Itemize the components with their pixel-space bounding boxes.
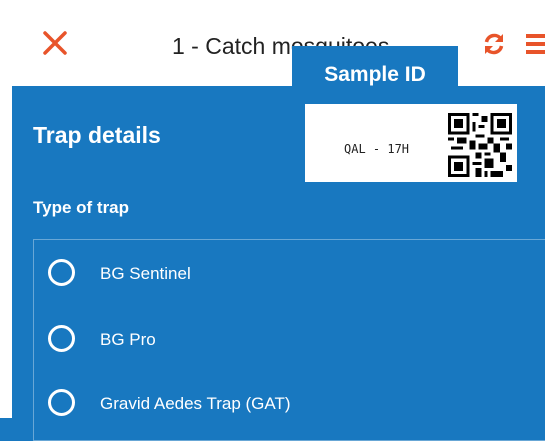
option-label: BG Sentinel — [100, 264, 191, 283]
option-label: BG Pro — [100, 330, 156, 349]
sample-id-value: QAL - 17H — [344, 142, 410, 156]
radio-button[interactable] — [48, 325, 75, 352]
section-title: Trap details — [33, 122, 161, 148]
sync-icon[interactable] — [482, 32, 506, 56]
option-bg-pro[interactable]: BG Pro — [48, 322, 528, 358]
qr-code-icon — [448, 113, 512, 177]
option-label: Gravid Aedes Trap (GAT) — [100, 394, 291, 413]
sample-id-card: QAL - 17H — [305, 104, 517, 182]
option-bg-sentinel[interactable]: BG Sentinel — [48, 256, 528, 292]
sample-id-label: Sample ID — [292, 46, 458, 104]
radio-button[interactable] — [48, 259, 75, 286]
close-icon[interactable] — [42, 30, 68, 56]
left-edge — [0, 0, 12, 418]
field-label: Type of trap — [33, 198, 130, 217]
option-gravid-aedes-trap[interactable]: Gravid Aedes Trap (GAT) — [48, 386, 528, 422]
radio-button[interactable] — [48, 389, 75, 416]
app-header: 1 - Catch mosquitoes — [12, 0, 545, 86]
menu-icon[interactable] — [526, 34, 545, 54]
